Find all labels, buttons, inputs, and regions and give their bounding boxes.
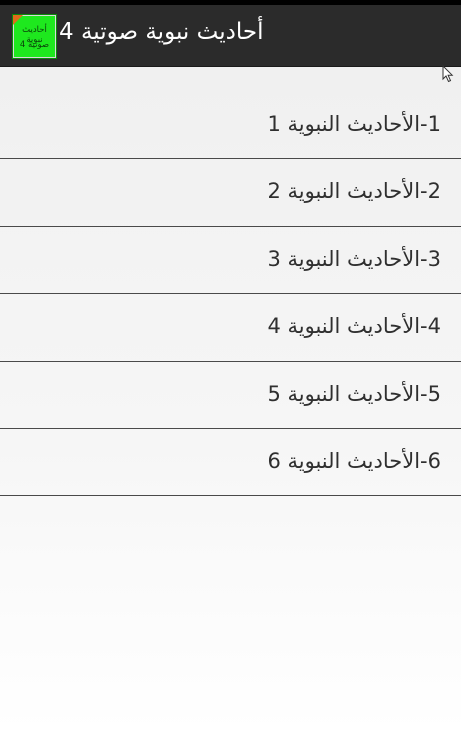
- action-bar: أحاديث نبوية صوتية 4 أحاديث نبوية صوتية …: [0, 5, 461, 67]
- mouse-cursor-icon: [442, 65, 454, 83]
- app-screen: أحاديث نبوية صوتية 4 أحاديث نبوية صوتية …: [0, 0, 461, 732]
- list-item-label: 4-الأحاديث النبوية 4: [267, 314, 441, 339]
- list-item-label: 5-الأحاديث النبوية 5: [267, 381, 441, 406]
- icon-corner-decoration: [13, 15, 23, 25]
- list-item[interactable]: 5-الأحاديث النبوية 5: [0, 362, 461, 429]
- list-item[interactable]: 3-الأحاديث النبوية 3: [0, 227, 461, 295]
- list-item-label: 2-الأحاديث النبوية 2: [267, 179, 441, 204]
- list-item[interactable]: 4-الأحاديث النبوية 4: [0, 294, 461, 362]
- list-item-label: 6-الأحاديث النبوية 6: [267, 448, 441, 473]
- page-title: أحاديث نبوية صوتية 4: [59, 19, 264, 45]
- app-icon-text-bottom: صوتية 4: [19, 40, 50, 50]
- list-item[interactable]: 6-الأحاديث النبوية 6: [0, 429, 461, 497]
- app-icon[interactable]: أحاديث نبوية صوتية 4: [12, 14, 57, 59]
- list-item-label: 1-الأحاديث النبوية 1: [267, 112, 441, 136]
- list-item[interactable]: 1-الأحاديث النبوية 1: [0, 92, 461, 160]
- list-item-label: 3-الأحاديث النبوية 3: [267, 246, 441, 271]
- hadith-list: 1-الأحاديث النبوية 1 2-الأحاديث النبوية …: [0, 92, 461, 497]
- list-item[interactable]: 2-الأحاديث النبوية 2: [0, 159, 461, 227]
